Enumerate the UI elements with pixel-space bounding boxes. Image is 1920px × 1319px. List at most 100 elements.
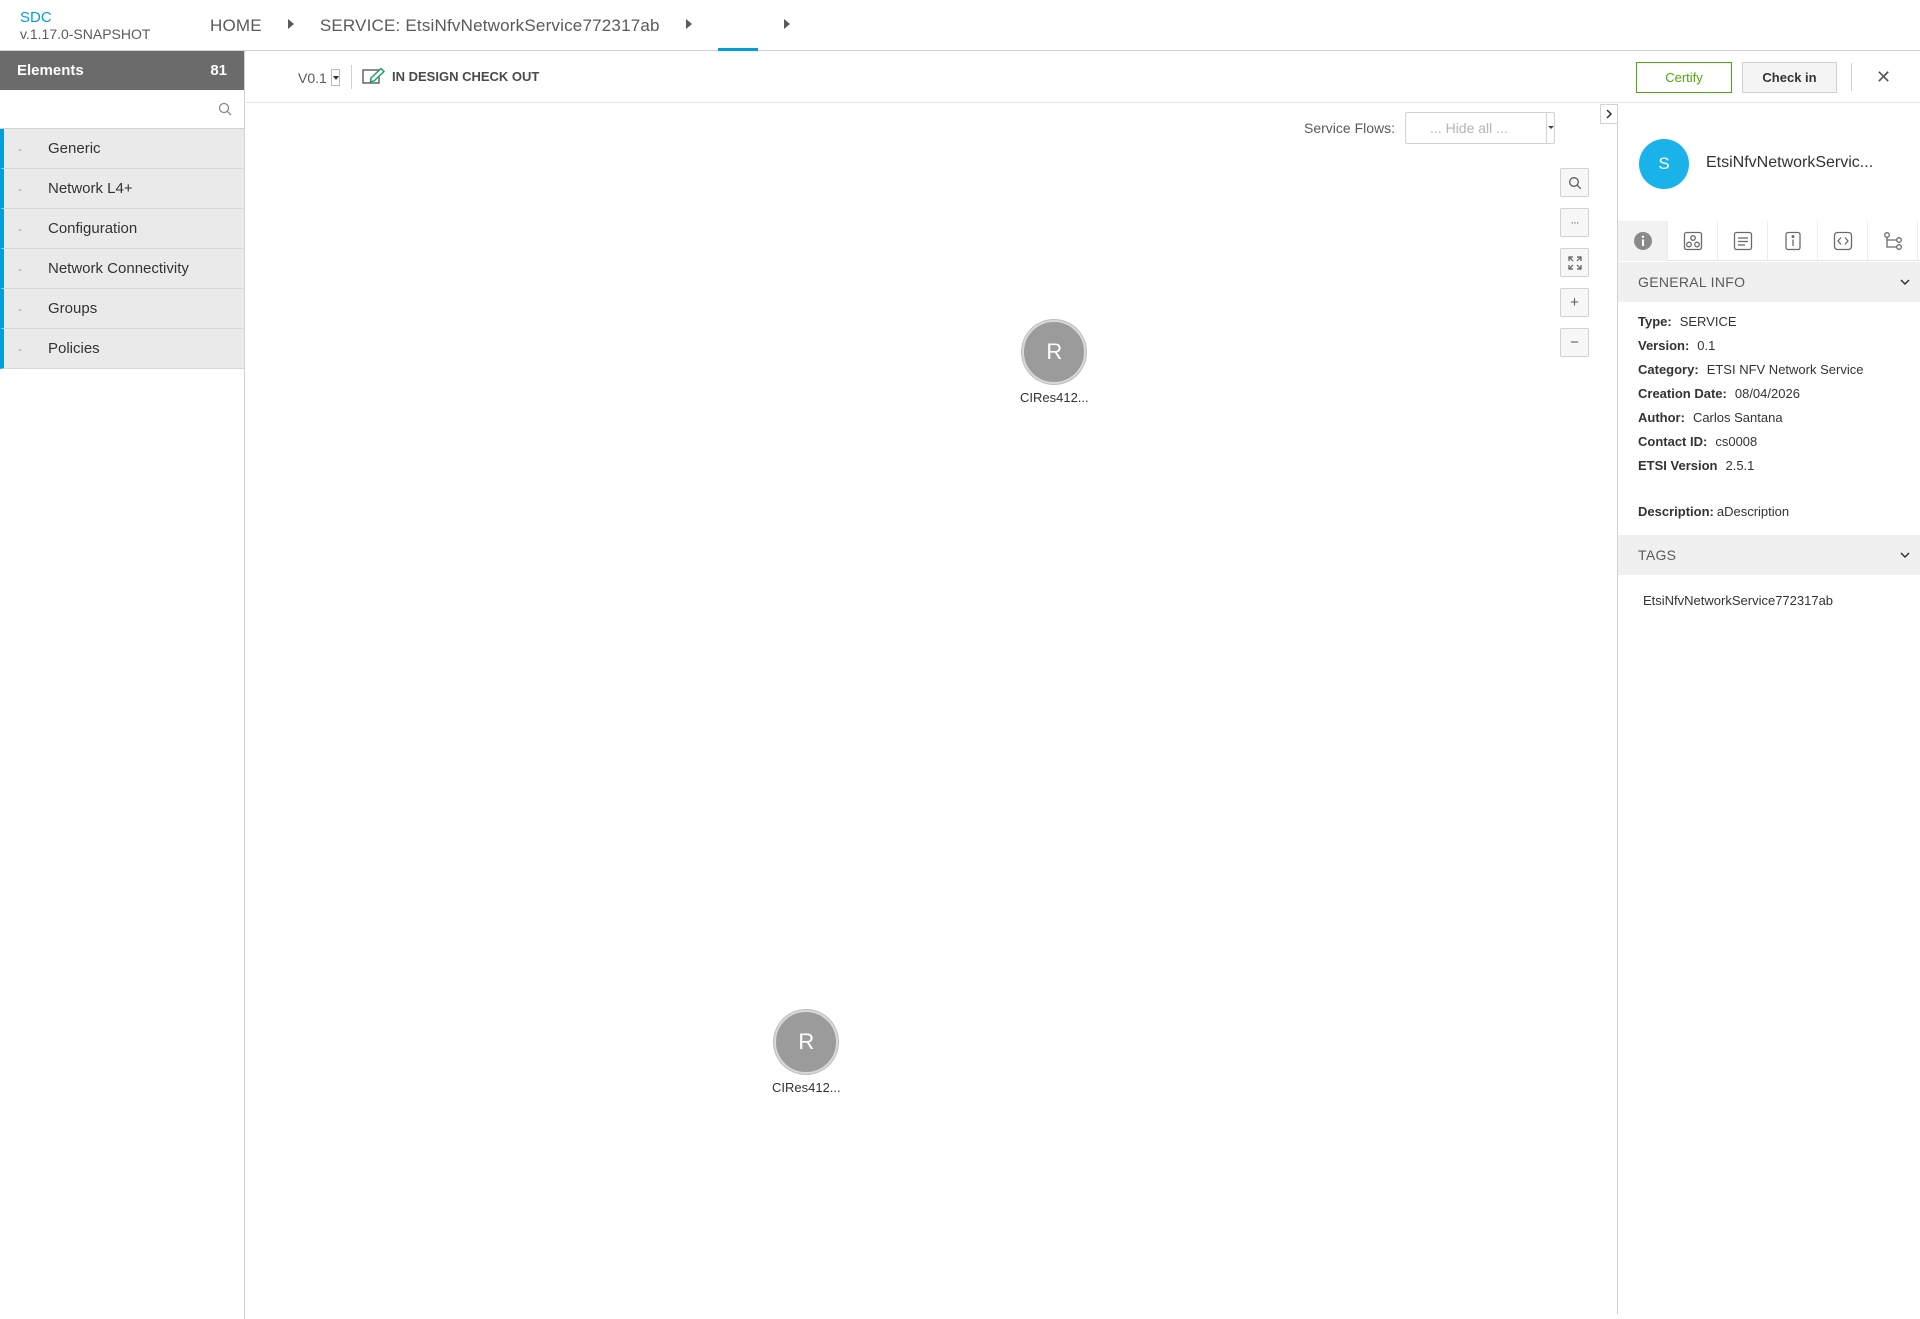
info-key: Category: <box>1638 362 1699 377</box>
canvas-search-button[interactable] <box>1560 168 1589 197</box>
palette-group-generic[interactable]: - Generic <box>0 129 244 169</box>
canvas-tools: ··· + − <box>1560 168 1589 368</box>
palette-search-input[interactable] <box>0 90 244 128</box>
lifecycle-status: IN DESIGN CHECK OUT <box>362 67 539 85</box>
breadcrumb-home[interactable]: HOME <box>210 16 262 36</box>
tag-item: EtsiNfvNetworkService772317ab <box>1643 593 1834 608</box>
service-flows-label: Service Flows: <box>1304 120 1396 136</box>
palette-group-label: Network Connectivity <box>48 260 189 277</box>
minus-icon: − <box>1570 334 1579 351</box>
service-flows: Service Flows: ... Hide all ... <box>1304 112 1556 144</box>
breadcrumb-arrow-icon[interactable] <box>783 18 790 29</box>
workspace-toolbar: V0.1 IN DESIGN CHECK OUT Certify Check i… <box>246 51 1920 103</box>
palette-count: 81 <box>210 62 227 79</box>
info-row-creation-date: Creation Date: 08/04/2026 <box>1638 386 1901 402</box>
component-node[interactable]: R CIRes412... <box>772 1010 841 1095</box>
tab-details[interactable] <box>1768 221 1818 261</box>
tab-flows[interactable] <box>1868 221 1918 261</box>
palette-search <box>0 90 244 129</box>
chevron-down-icon <box>1900 279 1910 286</box>
search-icon <box>1568 176 1581 189</box>
info-row-author: Author: Carlos Santana <box>1638 410 1901 426</box>
collapse-dash-icon: - <box>18 221 22 236</box>
info-key: Type: <box>1638 314 1672 329</box>
tags-body: EtsiNfvNetworkService772317ab <box>1618 575 1920 626</box>
collapse-panel-button[interactable] <box>1600 104 1618 124</box>
close-icon[interactable]: ✕ <box>1876 67 1891 88</box>
composition-canvas[interactable]: Service Flows: ... Hide all ... ··· + − … <box>246 104 1616 1314</box>
info-row-etsi-version: ETSI Version 2.5.1 <box>1638 458 1901 474</box>
breadcrumb-arrow-icon[interactable] <box>287 18 294 29</box>
version-value: V0.1 <box>298 69 327 86</box>
palette-group-label: Policies <box>48 340 100 357</box>
collapse-dash-icon: - <box>18 261 22 276</box>
canvas-more-button[interactable]: ··· <box>1560 208 1589 237</box>
tab-deployment[interactable] <box>1718 221 1768 261</box>
panel-header: S EtsiNfvNetworkServic... <box>1618 104 1920 221</box>
info-key: ETSI Version <box>1638 458 1718 473</box>
service-avatar: S <box>1639 139 1689 189</box>
checkout-edit-icon <box>362 67 386 84</box>
breadcrumb-current-tab[interactable] <box>717 0 758 51</box>
palette-group-policies[interactable]: - Policies <box>0 329 244 369</box>
chevron-right-icon <box>1606 109 1613 119</box>
description-value: aDescription <box>1716 504 1790 519</box>
collapse-dash-icon: - <box>18 341 22 356</box>
dropdown-caret-icon[interactable] <box>330 69 340 86</box>
info-value: Carlos Santana <box>1692 410 1783 425</box>
tab-composition[interactable] <box>1668 221 1718 261</box>
check-in-button[interactable]: Check in <box>1742 62 1837 93</box>
palette-group-label: Groups <box>48 300 98 317</box>
info-value: SERVICE <box>1679 314 1737 329</box>
info-value: 2.5.1 <box>1725 458 1755 473</box>
palette-group-label: Network L4+ <box>48 180 133 197</box>
info-key: Version: <box>1638 338 1690 353</box>
palette-group-groups[interactable]: - Groups <box>0 289 244 329</box>
node-circle: R <box>774 1010 839 1074</box>
palette-group-network-l4[interactable]: - Network L4+ <box>0 169 244 209</box>
service-flows-select[interactable]: ... Hide all ... <box>1405 112 1556 144</box>
palette-group-network-connectivity[interactable]: - Network Connectivity <box>0 249 244 289</box>
search-icon[interactable] <box>218 102 232 121</box>
palette-group-configuration[interactable]: - Configuration <box>0 209 244 249</box>
details-icon <box>1784 231 1801 251</box>
tags-title: TAGS <box>1638 547 1677 563</box>
component-node[interactable]: R CIRes412... <box>1020 320 1089 405</box>
version-select[interactable]: V0.1 <box>298 69 340 86</box>
general-info-title: GENERAL INFO <box>1638 274 1746 290</box>
info-key: Contact ID: <box>1638 434 1708 449</box>
tab-general-info[interactable] <box>1618 221 1668 261</box>
palette-group-label: Configuration <box>48 220 138 237</box>
general-info-header[interactable]: GENERAL INFO <box>1618 262 1920 302</box>
info-value: cs0008 <box>1715 434 1758 449</box>
breadcrumb-arrow-icon[interactable] <box>685 18 692 29</box>
composition-icon <box>1683 231 1702 251</box>
breadcrumb: HOME SERVICE: EtsiNfvNetworkService77231… <box>210 0 816 51</box>
palette-group-label: Generic <box>48 140 101 157</box>
info-row-contact-id: Contact ID: cs0008 <box>1638 434 1901 450</box>
certify-button[interactable]: Certify <box>1636 62 1732 93</box>
fit-to-screen-button[interactable] <box>1560 248 1589 277</box>
breadcrumb-service[interactable]: SERVICE: EtsiNfvNetworkService772317ab <box>320 16 660 36</box>
details-panel: S EtsiNfvNetworkServic... GENERAL INFO T… <box>1617 104 1920 1314</box>
node-circle: R <box>1022 320 1087 384</box>
zoom-out-button[interactable]: − <box>1560 328 1589 357</box>
info-row-type: Type: SERVICE <box>1638 314 1901 330</box>
brand[interactable]: SDC v.1.17.0-SNAPSHOT <box>20 9 150 42</box>
info-value: 08/04/2026 <box>1734 386 1800 401</box>
chevron-down-icon <box>1900 552 1910 559</box>
notes-icon <box>1733 231 1752 251</box>
info-description: Description: aDescription <box>1638 504 1901 519</box>
dropdown-caret-icon[interactable] <box>1546 113 1555 143</box>
palette-header: Elements 81 <box>0 51 244 90</box>
plus-icon: + <box>1570 294 1579 311</box>
toolbar-divider <box>1851 63 1852 91</box>
info-value: ETSI NFV Network Service <box>1706 362 1864 377</box>
tags-header[interactable]: TAGS <box>1618 535 1920 575</box>
info-value: 0.1 <box>1697 338 1716 353</box>
collapse-dash-icon: - <box>18 301 22 316</box>
tab-api[interactable] <box>1818 221 1868 261</box>
description-key: Description: <box>1638 504 1714 519</box>
zoom-in-button[interactable]: + <box>1560 288 1589 317</box>
collapse-dash-icon: - <box>18 181 22 196</box>
